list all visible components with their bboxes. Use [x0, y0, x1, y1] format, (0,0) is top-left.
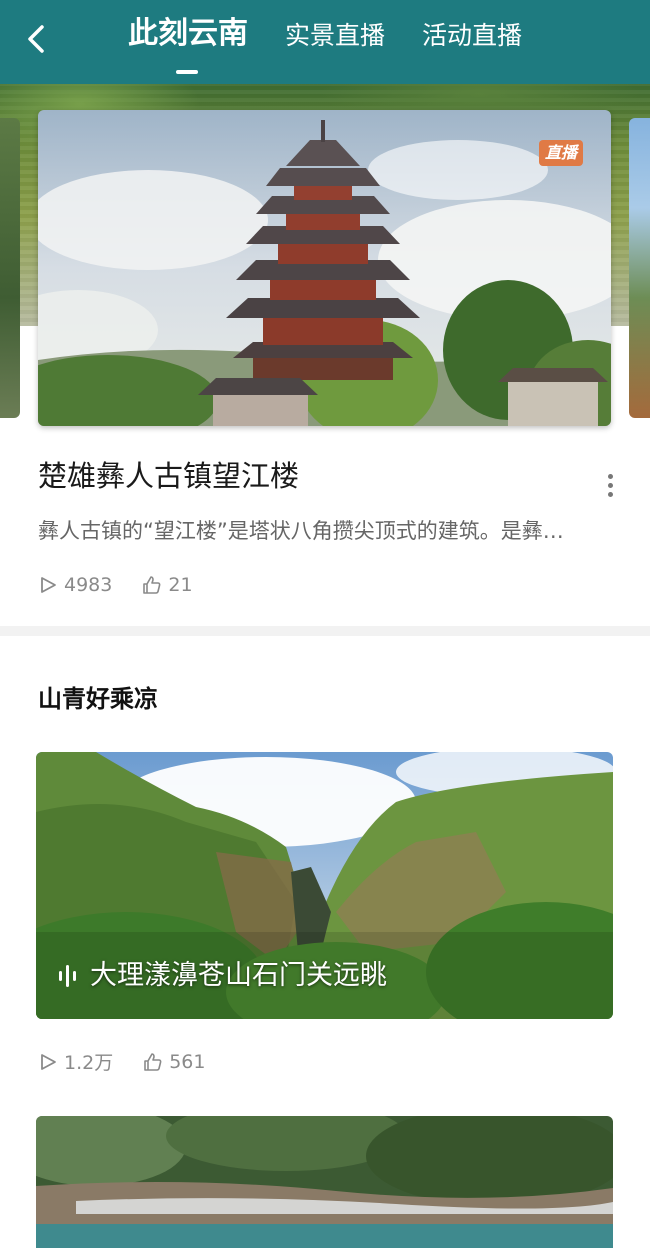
- section-title: 山青好乘凉: [38, 685, 158, 713]
- back-button[interactable]: [20, 22, 54, 56]
- play-icon: [41, 577, 56, 593]
- view-count: 4983: [38, 574, 112, 596]
- video-card[interactable]: 大理漾濞苍山石门关远眺: [36, 752, 613, 1019]
- tab-live-scenery[interactable]: 实景直播: [285, 18, 385, 54]
- like-count-value: 21: [168, 574, 193, 596]
- view-count-value: 4983: [64, 574, 113, 596]
- like-count[interactable]: 21: [142, 574, 193, 596]
- thumbs-up-icon: [143, 576, 161, 594]
- featured-stats: 4983 21: [38, 574, 223, 596]
- lake-thumbnail: [36, 1116, 613, 1248]
- featured-section: 直播 楚雄彝人古镇望江楼 彝人古镇的“望江楼”是塔状八角攒尖顶式的建筑。是彝… …: [0, 84, 650, 626]
- play-icon: [41, 1053, 56, 1070]
- top-nav-bar: 此刻云南 实景直播 活动直播: [0, 0, 650, 84]
- featured-description: 彝人古镇的“望江楼”是塔状八角攒尖顶式的建筑。是彝…: [38, 519, 564, 543]
- audio-wave-icon: [59, 965, 76, 987]
- live-badge: 直播: [538, 140, 583, 166]
- like-count[interactable]: 561: [143, 1051, 205, 1073]
- tab-event-live[interactable]: 活动直播: [422, 18, 522, 54]
- view-count: 1.2万: [38, 1048, 113, 1075]
- featured-live-card[interactable]: 直播: [38, 110, 611, 426]
- cool-mountains-section: 山青好乘凉 大理漾濞苍山石门关远眺 1.2万 561: [0, 636, 650, 1248]
- like-count-value: 561: [169, 1050, 206, 1073]
- more-vertical-icon: [607, 474, 613, 479]
- view-count-value: 1.2万: [64, 1052, 114, 1074]
- active-tab-indicator: [176, 70, 198, 74]
- carousel-prev-card[interactable]: [0, 118, 20, 418]
- thumbs-up-icon: [144, 1052, 162, 1071]
- video-caption-text: 大理漾濞苍山石门关远眺: [90, 960, 387, 991]
- more-options-button[interactable]: [598, 470, 622, 504]
- video-stats: 1.2万 561: [38, 1048, 235, 1075]
- tab-now-yunnan[interactable]: 此刻云南: [128, 16, 248, 52]
- next-video-card[interactable]: [36, 1116, 613, 1248]
- featured-title[interactable]: 楚雄彝人古镇望江楼: [38, 456, 299, 496]
- pagoda-thumbnail: [38, 110, 611, 426]
- video-caption: 大理漾濞苍山石门关远眺: [56, 956, 387, 996]
- chevron-left-icon: [28, 25, 44, 53]
- carousel-next-card[interactable]: [629, 118, 650, 418]
